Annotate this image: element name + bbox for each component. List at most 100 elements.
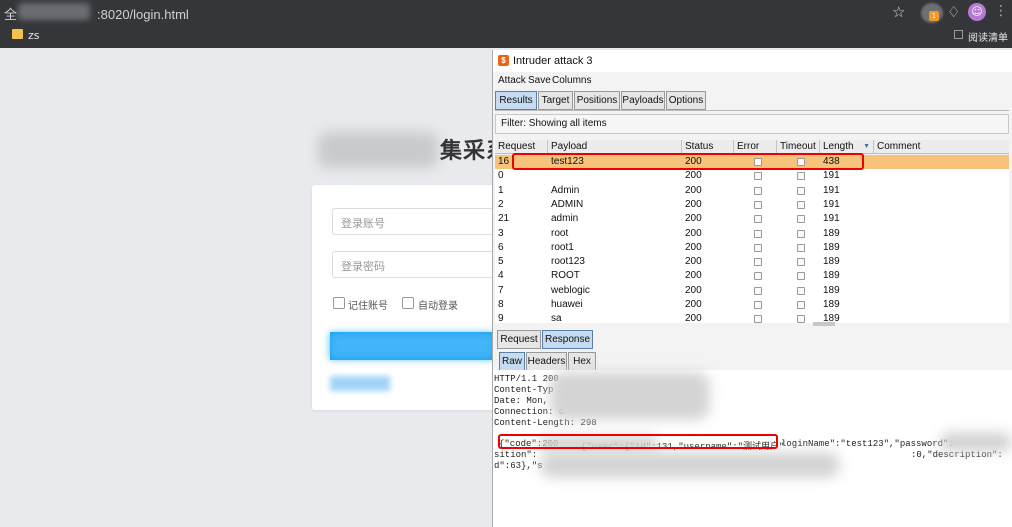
cell-length: 189 bbox=[823, 256, 840, 268]
table-row[interactable]: 4 ROOT 200 189 bbox=[495, 269, 1009, 283]
autologin-checkbox[interactable] bbox=[402, 297, 414, 309]
cell-request: 0 bbox=[498, 170, 504, 182]
bookmark-folder-icon[interactable] bbox=[12, 29, 23, 39]
tab-divider bbox=[495, 110, 1009, 111]
col-comment[interactable]: Comment bbox=[874, 140, 1009, 154]
remember-checkbox[interactable] bbox=[333, 297, 345, 309]
menu-save[interactable]: Save bbox=[528, 75, 551, 86]
cell-payload: weblogic bbox=[551, 284, 590, 296]
col-payload[interactable]: Payload bbox=[548, 140, 682, 154]
error-checkbox bbox=[754, 315, 762, 323]
cell-payload: ROOT bbox=[551, 270, 580, 282]
tab-positions[interactable]: Positions bbox=[574, 91, 620, 110]
col-request[interactable]: Request bbox=[495, 140, 548, 154]
password-input[interactable]: 登录密码 bbox=[332, 251, 494, 278]
response-line: Date: Mon, bbox=[494, 396, 549, 406]
cell-length: 189 bbox=[823, 270, 840, 282]
error-checkbox bbox=[754, 172, 762, 181]
error-checkbox bbox=[754, 215, 762, 224]
table-row[interactable]: 2 ADMIN 200 191 bbox=[495, 198, 1009, 212]
profile-avatar[interactable]: ☺ bbox=[968, 3, 986, 21]
cell-length: 189 bbox=[823, 299, 840, 310]
cell-length: 189 bbox=[823, 284, 840, 296]
tab-results[interactable]: Results bbox=[495, 91, 537, 110]
cell-payload: admin bbox=[551, 213, 579, 225]
cell-request: 16 bbox=[498, 156, 510, 167]
cell-status: 200 bbox=[685, 270, 702, 282]
cell-payload: huawei bbox=[551, 299, 583, 310]
col-error[interactable]: Error bbox=[734, 140, 777, 154]
table-row[interactable]: 21 admin 200 191 bbox=[495, 212, 1009, 226]
table-row[interactable]: 8 huawei 200 189 bbox=[495, 298, 1009, 312]
tab-request[interactable]: Request bbox=[497, 330, 541, 349]
table-row[interactable]: 5 root123 200 189 bbox=[495, 255, 1009, 269]
link-redaction bbox=[330, 376, 390, 391]
address-bar[interactable]: 全:8020/login.html bbox=[4, 4, 189, 23]
reading-list-icon[interactable] bbox=[954, 30, 963, 39]
menu-columns[interactable]: Columns bbox=[552, 75, 591, 86]
autologin-label: 自动登录 bbox=[418, 301, 458, 312]
cell-status: 200 bbox=[685, 170, 702, 182]
browser-toolbar: 全:8020/login.html ☆ 1 ♢ ☺ ⋮ zs 阅读清单 bbox=[0, 0, 1012, 48]
cell-status: 200 bbox=[685, 198, 702, 210]
table-row[interactable]: 6 root1 200 189 bbox=[495, 241, 1009, 255]
cell-request: 21 bbox=[498, 213, 510, 225]
response-redaction bbox=[540, 452, 840, 478]
username-input[interactable]: 登录账号 bbox=[332, 208, 494, 235]
timeout-checkbox bbox=[797, 200, 805, 209]
cell-request: 8 bbox=[498, 299, 504, 310]
cell-length: 189 bbox=[823, 241, 840, 253]
cell-status: 200 bbox=[685, 313, 702, 323]
username-placeholder: 登录账号 bbox=[341, 217, 385, 230]
error-checkbox bbox=[754, 286, 762, 295]
menu-attack[interactable]: Attack bbox=[498, 75, 526, 86]
bookmark-zs[interactable]: zs bbox=[28, 29, 40, 42]
table-row[interactable]: 0 200 191 bbox=[495, 169, 1009, 183]
window-titlebar: $ Intruder attack 3 bbox=[493, 50, 1012, 72]
cell-request: 7 bbox=[498, 284, 504, 296]
table-row[interactable]: 7 weblogic 200 189 bbox=[495, 284, 1009, 298]
tab-target[interactable]: Target bbox=[538, 91, 573, 110]
reading-list-label[interactable]: 阅读清单 bbox=[968, 29, 1008, 44]
timeout-checkbox bbox=[797, 172, 805, 181]
extension-badge: 1 bbox=[929, 11, 939, 21]
error-checkbox bbox=[754, 200, 762, 209]
cell-length: 191 bbox=[823, 184, 840, 196]
tab-response[interactable]: Response bbox=[542, 330, 593, 349]
tab-raw[interactable]: Raw bbox=[499, 352, 525, 371]
timeout-checkbox bbox=[797, 243, 805, 252]
table-row[interactable]: 9 sa 200 189 bbox=[495, 312, 1009, 323]
cell-payload bbox=[548, 169, 551, 183]
tab-hex[interactable]: Hex bbox=[568, 352, 596, 371]
cell-length: 191 bbox=[823, 213, 840, 225]
extension-icon[interactable]: 1 bbox=[918, 2, 948, 24]
bookmark-star-icon[interactable]: ☆ bbox=[892, 3, 905, 21]
extension-puzzle-icon[interactable]: ♢ bbox=[947, 3, 960, 21]
cell-request: 5 bbox=[498, 256, 504, 268]
tab-payloads[interactable]: Payloads bbox=[621, 91, 665, 110]
col-timeout[interactable]: Timeout bbox=[777, 140, 820, 154]
response-redaction bbox=[940, 432, 1012, 452]
avatar-glyph: ☺ bbox=[971, 5, 983, 18]
cell-request: 2 bbox=[498, 198, 504, 210]
table-row[interactable]: 1 Admin 200 191 bbox=[495, 184, 1009, 198]
tab-headers[interactable]: Headers bbox=[526, 352, 567, 371]
table-row[interactable]: 3 root 200 189 bbox=[495, 227, 1009, 241]
timeout-checkbox bbox=[797, 186, 805, 195]
timeout-checkbox bbox=[797, 315, 805, 323]
cell-status: 200 bbox=[685, 241, 702, 253]
timeout-checkbox bbox=[797, 215, 805, 224]
cell-payload: root1 bbox=[551, 241, 574, 253]
window-title: Intruder attack 3 bbox=[513, 55, 593, 67]
annotation-box-response bbox=[498, 434, 778, 449]
horizontal-scrollbar[interactable] bbox=[813, 322, 835, 326]
filter-bar[interactable]: Filter: Showing all items bbox=[495, 114, 1009, 134]
col-length[interactable]: Length ▼ bbox=[820, 140, 874, 154]
tab-options[interactable]: Options bbox=[666, 91, 706, 110]
error-checkbox bbox=[754, 258, 762, 267]
col-status[interactable]: Status bbox=[682, 140, 734, 154]
cell-status: 200 bbox=[685, 184, 702, 196]
cell-length: 189 bbox=[823, 227, 840, 239]
menu-icon[interactable]: ⋮ bbox=[994, 3, 1008, 19]
results-table-header: Request Payload Status Error Timeout Len… bbox=[495, 140, 1009, 154]
